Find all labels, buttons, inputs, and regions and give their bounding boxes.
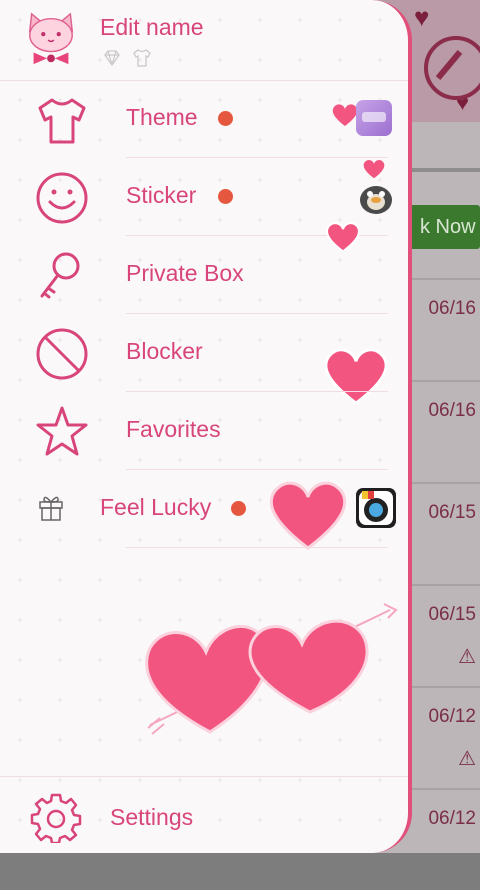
key-icon (40, 252, 80, 299)
row-date: 06/12 (428, 706, 476, 727)
menu-item-blocker[interactable]: Blocker (0, 314, 408, 405)
edit-name-label[interactable]: Edit name (100, 14, 204, 41)
profile-header[interactable]: Edit name (0, 0, 408, 81)
divider (126, 547, 388, 548)
theme-preview-icon (362, 112, 386, 122)
menu-label: Blocker (126, 338, 203, 364)
menu-item-feel-lucky[interactable]: Feel Lucky (0, 470, 408, 550)
menu-item-favorites[interactable]: Favorites (0, 392, 408, 470)
heart-icon (269, 481, 347, 550)
row-date: 06/15 (428, 502, 476, 523)
menu-item-private-box[interactable]: Private Box (0, 222, 408, 314)
conversation-row[interactable]: 06/16 (408, 278, 480, 380)
menu-item-theme[interactable]: Theme (0, 80, 408, 158)
conversation-row[interactable]: 06/16 (408, 380, 480, 482)
star-icon (36, 406, 88, 456)
warning-icon: ⚠ (458, 748, 476, 770)
settings-label: Settings (110, 804, 194, 830)
block-icon (36, 328, 88, 380)
row-date: 06/12 (428, 808, 476, 829)
penguin-sticker-icon (360, 186, 392, 214)
menu-label: Sticker (126, 182, 197, 208)
theme-thumbnail[interactable] (356, 100, 392, 136)
menu-label: Theme (126, 104, 198, 130)
shirt-icon (133, 49, 151, 67)
background-now-button[interactable]: k Now (402, 205, 480, 249)
conversation-row[interactable]: 06/12 ⚠ (408, 686, 480, 788)
gear-icon (30, 793, 82, 843)
settings-button[interactable]: Settings (0, 776, 408, 853)
row-date: 06/16 (428, 400, 476, 421)
warning-icon: ⚠ (458, 646, 476, 668)
lucky-app-thumbnail[interactable] (356, 488, 396, 528)
compose-button[interactable] (424, 36, 480, 100)
menu-label: Private Box (126, 260, 244, 286)
heart-icon: ♥ (414, 2, 430, 32)
conversation-row[interactable]: 06/15 (408, 482, 480, 584)
navigation-drawer: Edit name Theme Sticker Private Box Bloc… (0, 0, 412, 853)
conversation-row[interactable]: 06/15 ⚠ (408, 584, 480, 686)
new-dot (218, 189, 233, 204)
sticker-thumbnail[interactable] (356, 176, 396, 216)
diamond-icon (104, 50, 120, 67)
background-search-line (408, 168, 480, 172)
profile-badges (102, 48, 152, 68)
menu-label: Feel Lucky (100, 494, 212, 520)
heart-icon (326, 222, 360, 253)
conversation-row[interactable]: 06/12 (408, 788, 480, 890)
row-date: 06/15 (428, 604, 476, 625)
camera-app-icon (359, 491, 393, 525)
row-date: 06/16 (428, 298, 476, 319)
gift-icon (39, 496, 63, 521)
shirt-icon (38, 98, 86, 144)
menu-label: Favorites (126, 416, 221, 442)
new-dot (218, 111, 233, 126)
new-dot (231, 501, 246, 516)
cat-avatar-icon[interactable] (22, 10, 80, 68)
hearts-arrow-decoration (145, 603, 398, 735)
smiley-icon (36, 172, 88, 224)
